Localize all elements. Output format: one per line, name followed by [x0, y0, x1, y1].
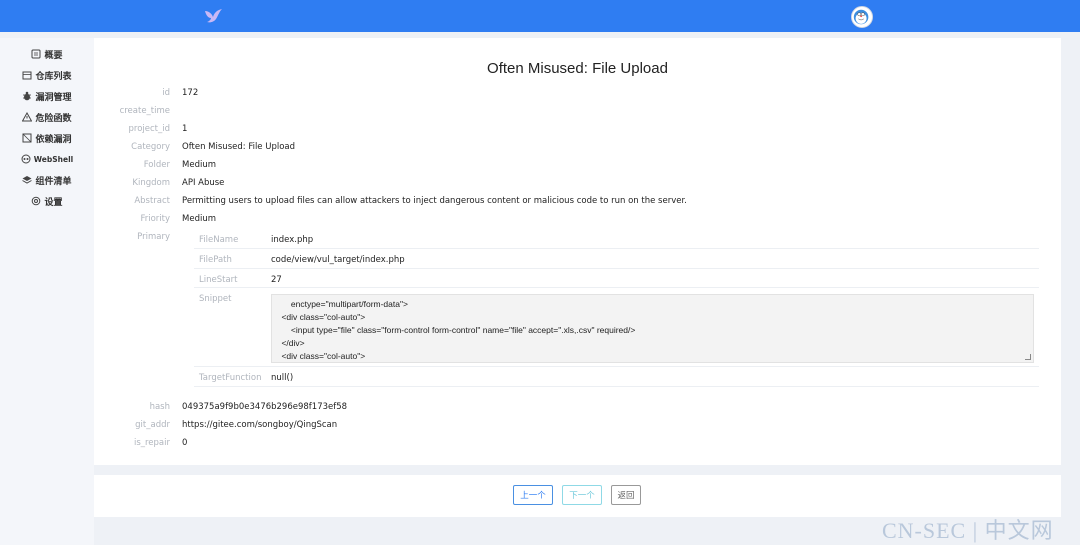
snippet-line: <div class="col-auto"> [272, 351, 366, 361]
field-label: is_repair [133, 438, 170, 448]
resize-handle-icon[interactable] [1025, 354, 1031, 360]
primary-value: index.php [271, 235, 314, 245]
primary-value: null() [271, 373, 294, 383]
sidebar-item-dependency-vulns[interactable]: 依赖漏洞 [0, 129, 94, 147]
sidebar-item-settings[interactable]: 设置 [0, 192, 94, 210]
snippet-line: <input type="file" class="form-control f… [272, 325, 636, 335]
sidebar-item-label: 设置 [44, 197, 63, 208]
field-category: Category Often Misused: File Upload [94, 140, 295, 154]
field-value: 1 [182, 124, 188, 134]
primary-label: Snippet [199, 294, 232, 304]
primary-row-target-function: TargetFunction null() [194, 367, 1039, 387]
primary-row-filepath: FilePath code/view/vul_target/index.php [194, 249, 1039, 269]
field-value: 049375a9f9b0e3476b296e98f173ef58 [182, 402, 348, 412]
warning-icon [22, 112, 33, 122]
sidebar-item-overview[interactable]: 概要 [0, 45, 94, 63]
primary-row-snippet: Snippet enctype="multipart/form-data"> <… [194, 288, 1039, 367]
field-is-repair: is_repair 0 [94, 436, 187, 450]
field-primary: Primary [94, 230, 182, 244]
primary-label: TargetFunction [199, 373, 262, 383]
sidebar-item-label: 概要 [44, 50, 63, 61]
repo-icon [22, 70, 32, 80]
webshell-icon [21, 154, 31, 164]
field-value: Medium [182, 214, 216, 224]
field-label: Abstract [134, 196, 170, 206]
sidebar-item-label: 漏洞管理 [35, 92, 72, 103]
settings-icon [31, 196, 41, 206]
sidebar-item-label: 组件清单 [35, 176, 72, 187]
layers-icon [22, 175, 33, 185]
field-git-addr: git_addr https://gitee.com/songboy/QingS… [94, 418, 337, 432]
field-label: hash [149, 402, 170, 412]
sidebar: 概要 仓库列表 漏洞管理 危险函数 依赖漏洞 WebShell 组件清单 设置 [0, 38, 94, 545]
sidebar-item-label: 仓库列表 [35, 71, 72, 82]
top-bar [0, 0, 1080, 32]
sidebar-item-label: 危险函数 [35, 113, 72, 124]
sidebar-item-repos[interactable]: 仓库列表 [0, 66, 94, 84]
overview-icon [31, 49, 41, 59]
field-friority: Friority Medium [94, 212, 216, 226]
sidebar-item-danger-functions[interactable]: 危险函数 [0, 108, 94, 126]
primary-label: FileName [199, 235, 239, 245]
field-label: id [162, 88, 170, 98]
sidebar-item-webshell[interactable]: WebShell [0, 150, 94, 168]
field-value: Medium [182, 160, 216, 170]
field-value: 0 [182, 438, 188, 448]
page-title: Often Misused: File Upload [487, 60, 668, 77]
field-project-id: project_id 1 [94, 122, 187, 136]
sidebar-item-label: WebShell [33, 154, 74, 164]
primary-value: 27 [271, 275, 282, 285]
sidebar-item-components[interactable]: 组件清单 [0, 171, 94, 189]
field-label: Kingdom [132, 178, 170, 188]
field-label: Primary [137, 232, 170, 242]
field-value: Permitting users to upload files can all… [182, 196, 687, 206]
doraemon-avatar-icon [853, 9, 869, 25]
field-value: 172 [182, 88, 199, 98]
field-label: project_id [128, 124, 170, 134]
field-id: id 172 [94, 86, 198, 100]
pagination-bar: 上一个 下一个 返回 [94, 475, 1061, 517]
field-kingdom: Kingdom API Abuse [94, 176, 224, 190]
next-button[interactable]: 下一个 [562, 485, 602, 505]
field-label: Folder [143, 160, 170, 170]
snippet-line: <div class="col-auto"> [272, 312, 366, 322]
prev-button[interactable]: 上一个 [513, 485, 553, 505]
sidebar-item-label: 依赖漏洞 [35, 134, 72, 145]
field-label: Category [131, 142, 170, 152]
snippet-line: </div> [272, 338, 305, 348]
field-abstract: Abstract Permitting users to upload file… [94, 194, 687, 208]
user-avatar[interactable] [851, 6, 873, 28]
dependency-icon [22, 133, 32, 143]
detail-card: Often Misused: File Upload id 172 create… [94, 38, 1061, 465]
snippet-line: enctype="multipart/form-data"> [272, 299, 408, 309]
snippet-textarea[interactable]: enctype="multipart/form-data"> <div clas… [271, 294, 1034, 363]
field-folder: Folder Medium [94, 158, 216, 172]
primary-row-linestart: LineStart 27 [194, 269, 1039, 288]
field-value[interactable]: https://gitee.com/songboy/QingScan [182, 420, 337, 430]
field-value: API Abuse [182, 178, 225, 188]
bird-logo-icon[interactable] [203, 8, 223, 24]
field-label: Friority [140, 214, 170, 224]
back-button[interactable]: 返回 [611, 485, 641, 505]
field-value: Often Misused: File Upload [182, 142, 296, 152]
field-label: create_time [119, 106, 170, 116]
field-create-time: create_time [94, 104, 182, 118]
primary-value: code/view/vul_target/index.php [271, 255, 405, 265]
bug-icon [22, 91, 32, 101]
field-label: git_addr [135, 420, 170, 430]
primary-label: LineStart [199, 275, 238, 285]
primary-row-filename: FileName index.php [194, 229, 1039, 249]
primary-label: FilePath [199, 255, 232, 265]
watermark: CN-SEC | 中文网 [882, 518, 1054, 543]
field-hash: hash 049375a9f9b0e3476b296e98f173ef58 [94, 400, 347, 414]
sidebar-item-vulns[interactable]: 漏洞管理 [0, 87, 94, 105]
